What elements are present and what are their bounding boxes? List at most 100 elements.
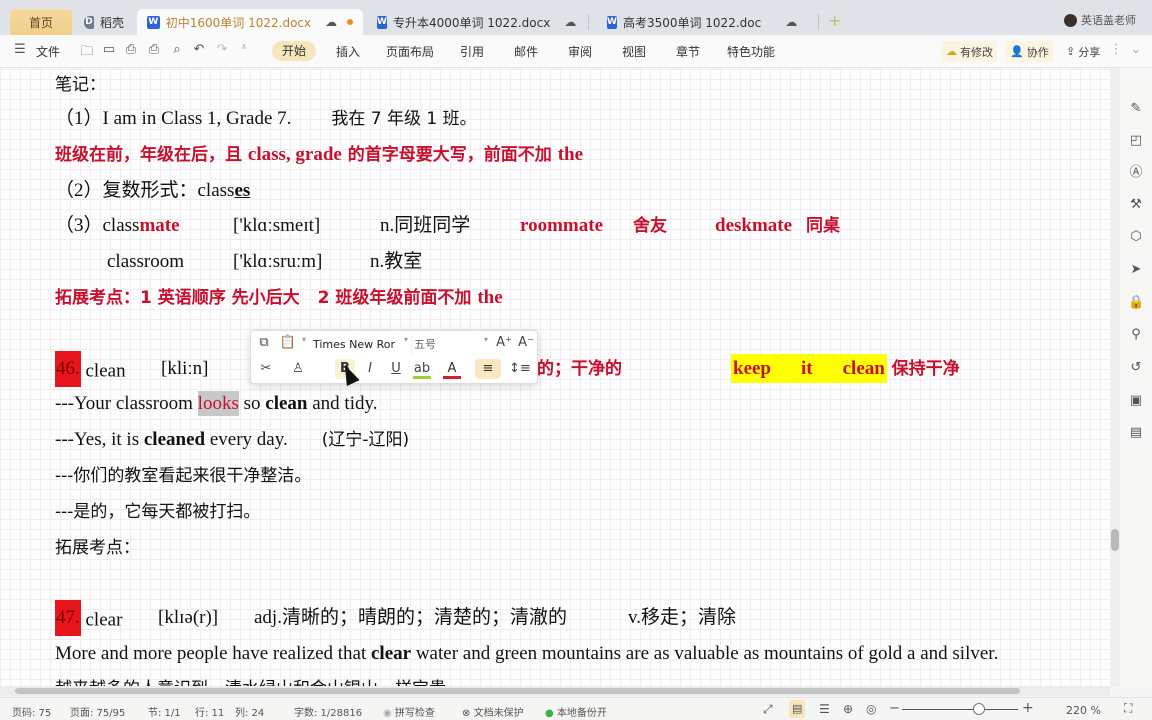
ribbon-tab-section[interactable]: 章节 bbox=[676, 43, 700, 60]
headword: clear bbox=[85, 609, 123, 631]
line-spacing-icon[interactable]: ↕≡ bbox=[509, 361, 531, 376]
underline-button[interactable]: U bbox=[387, 361, 405, 376]
text-run: roommate bbox=[520, 215, 604, 236]
modified-label: 有修改 bbox=[960, 45, 993, 59]
ribbon-tab-references[interactable]: 引用 bbox=[460, 43, 484, 60]
redo-icon[interactable]: ↷ bbox=[214, 42, 230, 57]
zoom-level[interactable]: 220 % bbox=[1066, 704, 1101, 717]
select-cursor-icon[interactable]: ➤ bbox=[1128, 262, 1144, 278]
spell-check-icon: ◉ bbox=[383, 708, 392, 719]
doc-line: More and more people have realized that … bbox=[55, 642, 998, 666]
word-count[interactable]: 字数: 1/28816 bbox=[294, 704, 362, 719]
tab-divider bbox=[588, 14, 589, 30]
hexagon-icon[interactable]: ⬡ bbox=[1128, 229, 1144, 245]
tools-icon[interactable]: ⚒ bbox=[1128, 197, 1144, 213]
decrease-font-icon[interactable]: A⁻ bbox=[517, 335, 535, 350]
print-preview-icon[interactable]: ⌕ bbox=[169, 42, 185, 57]
ribbon-tab-page-layout[interactable]: 页面布局 bbox=[386, 43, 434, 60]
print-icon[interactable]: ⎙ bbox=[146, 42, 162, 57]
vertical-scrollbar[interactable] bbox=[1110, 69, 1120, 687]
text-run: 2 班级年级前面不加 bbox=[317, 288, 478, 308]
ribbon-tab-home[interactable]: 开始 bbox=[272, 41, 316, 61]
open-folder-icon[interactable]: 🗀 bbox=[79, 42, 95, 64]
user-name: 英语盖老师 bbox=[1081, 14, 1136, 27]
ribbon-tab-insert[interactable]: 插入 bbox=[336, 43, 360, 60]
pen-icon[interactable]: ✎ bbox=[1128, 101, 1144, 117]
copy-icon[interactable]: ⧉ bbox=[255, 335, 273, 350]
customize-dropdown-icon[interactable]: ⩡ bbox=[236, 42, 252, 53]
collaborate-label: 协作 bbox=[1026, 45, 1049, 59]
slider-settings-icon[interactable]: ⚲ bbox=[1128, 327, 1144, 343]
ribbon-tab-review[interactable]: 审阅 bbox=[568, 43, 592, 60]
text-style-icon[interactable]: Ⓐ bbox=[1128, 165, 1144, 181]
ribbon-tab-mail[interactable]: 邮件 bbox=[514, 43, 538, 60]
undo-icon[interactable]: ↶ bbox=[191, 42, 207, 57]
shapes-icon[interactable]: ◰ bbox=[1128, 133, 1144, 149]
fullscreen-icon[interactable]: ⤢ bbox=[763, 702, 773, 717]
zoom-in-button[interactable]: + bbox=[1022, 700, 1034, 716]
document-page[interactable]: 笔记： （1）I am in Class 1, Grade 7. 我在 7 年级 … bbox=[0, 69, 1110, 687]
web-view-icon[interactable]: ⊕ bbox=[843, 702, 853, 716]
font-family-select[interactable]: Times New Ror bbox=[309, 336, 409, 354]
text-run: class, grade bbox=[247, 144, 342, 165]
image-person-icon[interactable]: ▣ bbox=[1128, 393, 1144, 409]
lock-icon[interactable]: 🔒 bbox=[1128, 295, 1144, 311]
selected-text[interactable]: looks bbox=[197, 391, 239, 416]
tab-home[interactable]: 首页 bbox=[10, 9, 72, 35]
user-account[interactable]: 英语盖老师 bbox=[1064, 12, 1136, 28]
collaborate-button[interactable]: 👤 协作 bbox=[1006, 41, 1053, 62]
tab-daoke[interactable]: D 稻壳 bbox=[74, 9, 134, 35]
doc-line: 47. clear bbox=[55, 600, 123, 636]
tab-document[interactable]: W 高考3500单词 1022.doc ☁ bbox=[597, 9, 807, 35]
fit-window-icon[interactable]: ⛶ bbox=[1124, 701, 1132, 716]
share-button[interactable]: ⇪ 分享 bbox=[1062, 41, 1104, 62]
spell-check-button[interactable]: ◉ 拼写检查 bbox=[383, 704, 435, 719]
italic-button[interactable]: I bbox=[361, 361, 379, 376]
format-painter-icon[interactable]: ♙ bbox=[289, 361, 307, 376]
definition: v.移走；清除 bbox=[628, 607, 737, 628]
file-menu[interactable]: 文件 bbox=[36, 43, 60, 60]
outline-view-icon[interactable]: ☰ bbox=[819, 702, 830, 716]
history-icon[interactable]: ↺ bbox=[1128, 360, 1144, 376]
save-icon[interactable]: ▭ bbox=[101, 42, 117, 57]
local-backup-button[interactable]: ● 本地备份开 bbox=[545, 704, 607, 719]
more-options-icon[interactable]: ⋮ bbox=[1108, 42, 1124, 57]
increase-font-icon[interactable]: A⁺ bbox=[495, 335, 513, 350]
export-pdf-icon[interactable]: ⎙ bbox=[123, 42, 139, 57]
ribbon-tab-special[interactable]: 特色功能 bbox=[727, 43, 775, 60]
scrollbar-thumb[interactable] bbox=[1111, 529, 1119, 551]
collapse-ribbon-icon[interactable]: ⌄ bbox=[1128, 42, 1144, 57]
tab-document-active[interactable]: W 初中1600单词 1022.docx ☁ bbox=[137, 9, 363, 35]
modified-button[interactable]: ☁ 有修改 bbox=[942, 41, 997, 62]
share-label: 分享 bbox=[1078, 45, 1101, 59]
doc-protection-button[interactable]: ⊗ 文档未保护 bbox=[462, 704, 524, 719]
text-run: es bbox=[234, 180, 251, 201]
page-number: 页码: 75 bbox=[12, 708, 52, 719]
horizontal-scrollbar[interactable] bbox=[0, 686, 1110, 696]
cut-icon[interactable]: ✂ bbox=[257, 361, 275, 376]
ribbon-tab-view[interactable]: 视图 bbox=[622, 43, 646, 60]
daoke-icon: D bbox=[84, 15, 94, 29]
headword: clean bbox=[85, 360, 126, 382]
scrollbar-thumb[interactable] bbox=[15, 688, 1020, 694]
row-indicator: 行: 11 bbox=[195, 708, 225, 719]
doc-line: ---你们的教室看起来很干净整洁。 bbox=[55, 466, 312, 486]
size-dropdown-icon[interactable]: ▾ bbox=[477, 335, 495, 344]
zoom-out-button[interactable]: − bbox=[889, 701, 900, 716]
text-run: every day. bbox=[205, 429, 288, 450]
zoom-slider-track[interactable] bbox=[902, 709, 1018, 710]
eye-protection-icon[interactable]: ◎ bbox=[866, 702, 876, 716]
zoom-slider-thumb[interactable] bbox=[972, 703, 985, 715]
tab-document[interactable]: W 专升本4000单词 1022.docx ☁ bbox=[367, 9, 576, 35]
doc-line: （3）classmate bbox=[55, 214, 180, 238]
font-color-icon[interactable]: A bbox=[443, 361, 461, 379]
image-gallery-icon[interactable]: ▤ bbox=[1128, 425, 1144, 441]
definition: n.教室 bbox=[370, 251, 423, 272]
doc-line: （2）复数形式：classes bbox=[55, 179, 250, 203]
text-run: （1）I am in Class 1, Grade 7. bbox=[55, 108, 292, 129]
doc-line: （1）I am in Class 1, Grade 7. 我在 7 年级 1 班。 bbox=[55, 107, 477, 131]
highlight-color-icon[interactable]: ab bbox=[413, 361, 431, 379]
hamburger-menu-icon[interactable]: ☰ bbox=[12, 42, 28, 57]
new-tab-button[interactable]: + bbox=[828, 11, 841, 30]
align-button[interactable]: ≡ bbox=[475, 359, 501, 379]
